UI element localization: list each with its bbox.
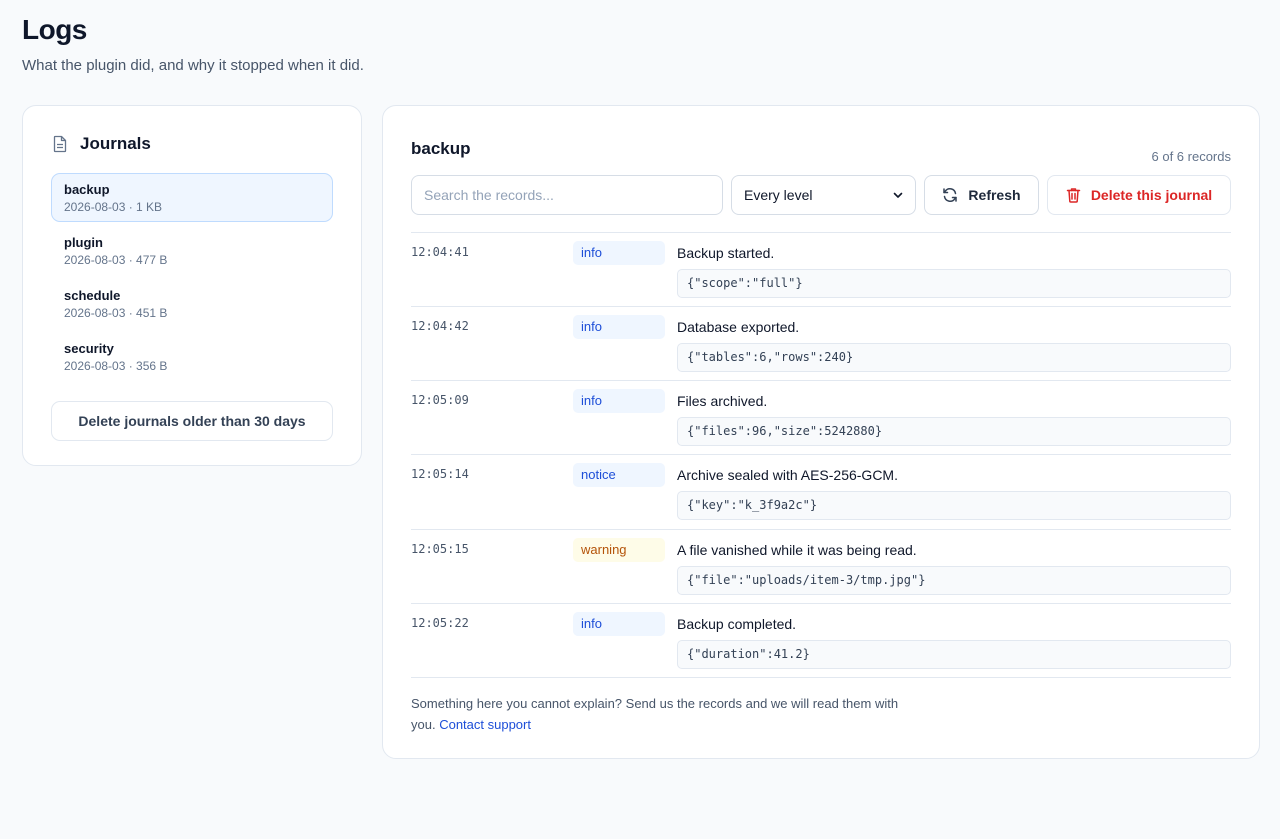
record-time: 12:05:22 [411,616,469,630]
journal-item-plugin[interactable]: plugin 2026-08-03 · 477 B [51,226,333,275]
record-row: 12:05:09 info Files archived. {"files":9… [411,381,1231,455]
record-time: 12:05:14 [411,467,469,481]
record-row: 12:05:22 info Backup completed. {"durati… [411,604,1231,678]
journal-item-backup[interactable]: backup 2026-08-03 · 1 KB [51,173,333,222]
record-level-badge: info [573,241,665,265]
journal-panel: backup 6 of 6 records Every level Refres… [382,105,1260,759]
record-level-badge: notice [573,463,665,487]
record-context: {"duration":41.2} [677,640,1231,669]
delete-label: Delete this journal [1090,187,1213,203]
journal-name: plugin [64,235,103,250]
record-context: {"files":96,"size":5242880} [677,417,1231,446]
journal-name: security [64,341,114,356]
record-context: {"tables":6,"rows":240} [677,343,1231,372]
record-context: {"file":"uploads/item-3/tmp.jpg"} [677,566,1231,595]
delete-journal-button[interactable]: Delete this journal [1047,175,1231,215]
journal-meta: 2026-08-03 · 356 B [64,359,168,373]
journal-name: backup [64,182,110,197]
contact-support-link[interactable]: Contact support [439,717,531,732]
record-row: 12:04:42 info Database exported. {"table… [411,307,1231,381]
refresh-label: Refresh [968,187,1021,203]
record-context: {"scope":"full"} [677,269,1231,298]
record-time: 12:04:42 [411,319,469,333]
journal-item-schedule[interactable]: schedule 2026-08-03 · 451 B [51,279,333,328]
journal-meta: 2026-08-03 · 451 B [64,306,168,320]
level-select-value: Every level [744,187,813,203]
record-message: Backup completed. [677,616,797,632]
page-title: Logs [22,14,87,45]
search-input[interactable] [411,175,723,215]
record-time: 12:04:41 [411,245,469,259]
record-time: 12:05:09 [411,393,469,407]
record-message: Backup started. [677,245,775,261]
record-row: 12:05:14 notice Archive sealed with AES-… [411,455,1231,530]
journals-panel: Journals backup 2026-08-03 · 1 KB plugin… [22,105,362,466]
record-context: {"key":"k_3f9a2c"} [677,491,1231,520]
record-row: 12:05:15 warning A file vanished while i… [411,530,1231,604]
refresh-icon [943,188,958,202]
record-time: 12:05:15 [411,542,469,556]
record-level-badge: info [573,612,665,636]
journal-meta: 2026-08-03 · 1 KB [64,200,163,214]
record-row: 12:04:41 info Backup started. {"scope":"… [411,233,1231,307]
record-message: A file vanished while it was being read. [677,542,917,558]
trash-icon [1066,188,1081,203]
journal-list: backup 2026-08-03 · 1 KB plugin 2026-08-… [51,173,333,385]
record-level-badge: info [573,315,665,339]
journal-meta: 2026-08-03 · 477 B [64,253,168,267]
chevron-down-icon [893,192,903,198]
journal-title: backup [411,139,471,158]
file-text-icon [53,135,67,153]
refresh-button[interactable]: Refresh [924,175,1039,215]
journal-item-security[interactable]: security 2026-08-03 · 356 B [51,332,333,381]
record-level-badge: warning [573,538,665,562]
record-message: Files archived. [677,393,768,409]
journal-name: schedule [64,288,121,303]
level-select[interactable]: Every level [731,175,916,215]
record-message: Archive sealed with AES-256-GCM. [677,467,898,483]
record-message: Database exported. [677,319,800,335]
delete-old-journals-button[interactable]: Delete journals older than 30 days [51,401,333,441]
journals-title: Journals [80,134,151,153]
record-level-badge: info [573,389,665,413]
record-count: 6 of 6 records [1151,149,1232,164]
journals-header: Journals [52,134,151,154]
support-note: Something here you cannot explain? Send … [411,693,911,735]
toolbar: Every level Refresh Delete this journal [411,175,1231,215]
page-subtitle: What the plugin did, and why it stopped … [22,57,364,74]
records-list: 12:04:41 info Backup started. {"scope":"… [411,232,1231,678]
